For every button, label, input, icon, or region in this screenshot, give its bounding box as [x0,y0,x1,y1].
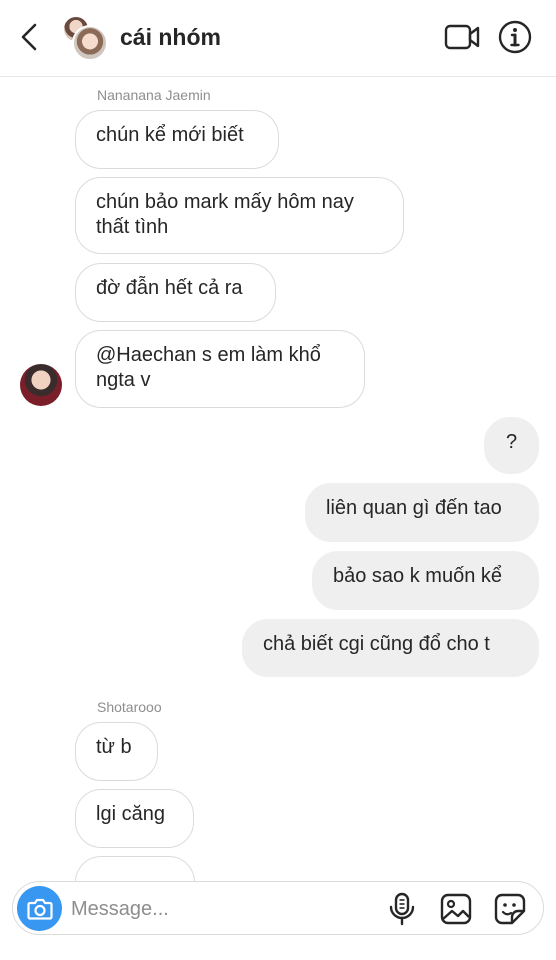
message-bubble[interactable]: chả biết cgi cũng đổ cho t [242,619,539,677]
message-bubble[interactable]: bảo sao k muốn kể [312,551,539,610]
message-input[interactable] [71,892,371,926]
message-bubble[interactable]: đờ đẫn hết cả ra [75,263,276,322]
sender-name: Shotarooo [97,699,162,715]
message-bubble[interactable]: @Haechan s em làm khổ ngta v [75,330,365,408]
message-bubble[interactable]: từ b [75,722,158,781]
video-call-button[interactable] [444,22,480,52]
sender-avatar[interactable] [20,364,62,406]
chat-screen: cái nhóm Nananana Jaemin chún kể mới biế… [0,0,556,960]
voice-message-button[interactable] [387,892,417,926]
group-avatar[interactable] [62,15,108,61]
chat-title[interactable]: cái nhóm [120,24,221,51]
chevron-left-icon [21,23,37,51]
back-button[interactable] [14,20,44,54]
microphone-icon [389,892,415,926]
camera-icon [26,898,53,920]
message-composer [12,881,544,935]
sender-name: Nananana Jaemin [97,87,211,103]
message-bubble[interactable]: chún kể mới biết [75,110,279,169]
video-camera-icon [444,24,480,50]
message-bubble[interactable]: lgi căng [75,789,194,848]
message-bubble[interactable]: ? [484,417,539,474]
info-button[interactable] [498,20,532,54]
message-bubble[interactable]: chún bảo mark mấy hôm nay thất tình [75,177,404,254]
sticker-button[interactable] [493,892,527,926]
message-bubble[interactable]: liên quan gì đến tao [305,483,539,542]
avatar [72,25,108,61]
gallery-button[interactable] [439,892,473,926]
camera-button[interactable] [17,886,62,931]
chat-header: cái nhóm [0,0,556,77]
gallery-icon [440,893,472,925]
info-icon [498,20,532,54]
sticker-icon [494,893,526,925]
